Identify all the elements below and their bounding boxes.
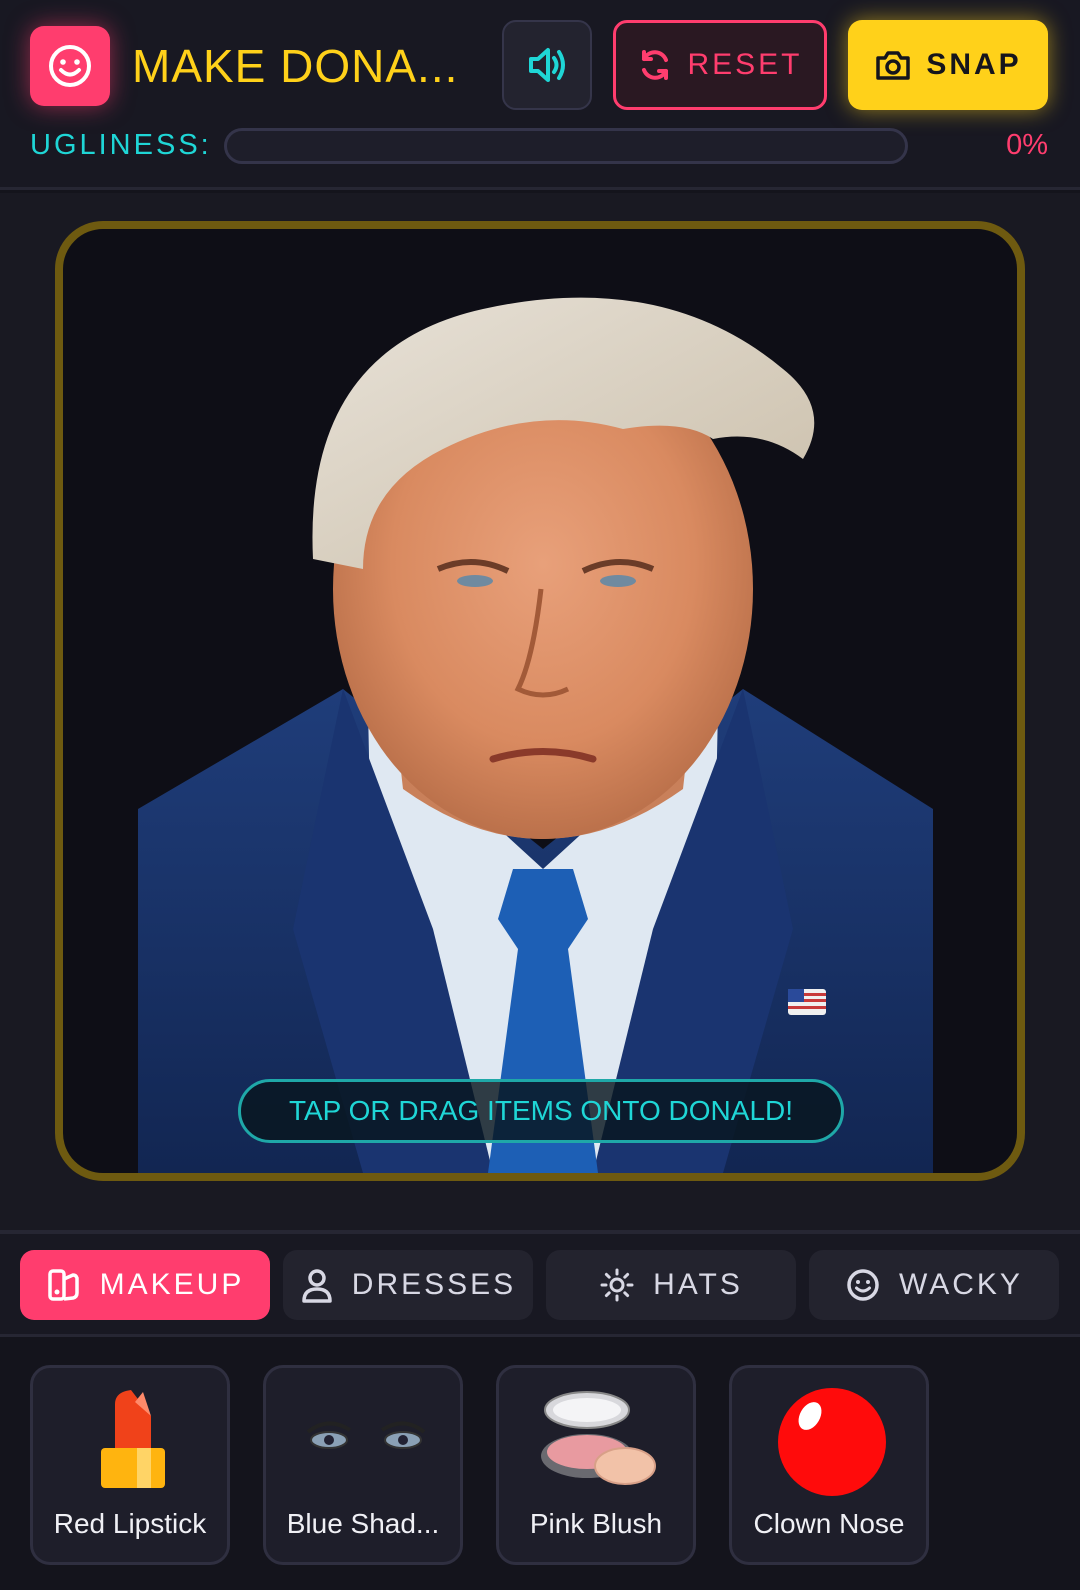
volume-icon: [529, 48, 565, 82]
instruction-banner: TAP OR DRAG ITEMS ONTO DONALD!: [238, 1079, 844, 1143]
tab-makeup-label: MAKEUP: [99, 1268, 245, 1301]
ugliness-value: 0%: [1006, 129, 1048, 161]
app-title: MAKE DONA...: [132, 40, 459, 92]
snap-label: SNAP: [926, 48, 1022, 81]
lipstick-icon: [101, 1390, 165, 1488]
app: MAKE DONA... RESET SNAP UGLINESS: 0% TAP…: [0, 0, 1080, 1590]
item-tray: Red Lipstick Blue Shad... Pink Blush Clo…: [0, 1337, 1080, 1590]
smile-icon: [847, 1269, 879, 1301]
stage-area: TAP OR DRAG ITEMS ONTO DONALD!: [0, 193, 1080, 1230]
portrait-frame[interactable]: TAP OR DRAG ITEMS ONTO DONALD!: [55, 221, 1025, 1181]
smile-icon: [30, 26, 110, 106]
item-label: Clown Nose: [753, 1508, 905, 1539]
tab-dresses[interactable]: DRESSES: [283, 1250, 533, 1320]
item-label: Blue Shad...: [286, 1508, 440, 1539]
clown-nose-icon: [778, 1388, 886, 1496]
eyeshadow-icon: [306, 1421, 426, 1449]
item-red-lipstick[interactable]: Red Lipstick: [30, 1365, 230, 1565]
tab-wacky-label: WACKY: [899, 1268, 1023, 1301]
item-label: Pink Blush: [529, 1508, 663, 1539]
blush-compact-icon: [541, 1391, 656, 1485]
person-icon: [302, 1269, 332, 1303]
tab-wacky[interactable]: WACKY: [809, 1250, 1059, 1320]
sun-icon: [600, 1268, 634, 1302]
tab-hats-label: HATS: [653, 1268, 743, 1301]
snap-button[interactable]: SNAP: [848, 20, 1048, 110]
camera-icon: [876, 51, 911, 80]
ugliness-meter: [224, 128, 908, 164]
tab-makeup[interactable]: MAKEUP: [20, 1250, 270, 1320]
reset-label: RESET: [687, 48, 803, 81]
sound-button[interactable]: [502, 20, 592, 110]
tab-dresses-label: DRESSES: [351, 1268, 517, 1301]
item-label: Red Lipstick: [53, 1508, 207, 1539]
reset-button[interactable]: RESET: [613, 20, 827, 110]
category-tabs: MAKEUP DRESSES HATS WACKY: [0, 1230, 1080, 1337]
item-pink-blush[interactable]: Pink Blush: [496, 1365, 696, 1565]
header: MAKE DONA... RESET SNAP UGLINESS: 0%: [0, 0, 1080, 190]
ugliness-label: UGLINESS:: [30, 129, 212, 161]
refresh-icon: [642, 50, 669, 80]
item-blue-shadow[interactable]: Blue Shad...: [263, 1365, 463, 1565]
item-clown-nose[interactable]: Clown Nose: [729, 1365, 929, 1565]
portrait-image[interactable]: [63, 229, 1017, 1173]
palette-icon: [47, 1269, 79, 1301]
tab-hats[interactable]: HATS: [546, 1250, 796, 1320]
